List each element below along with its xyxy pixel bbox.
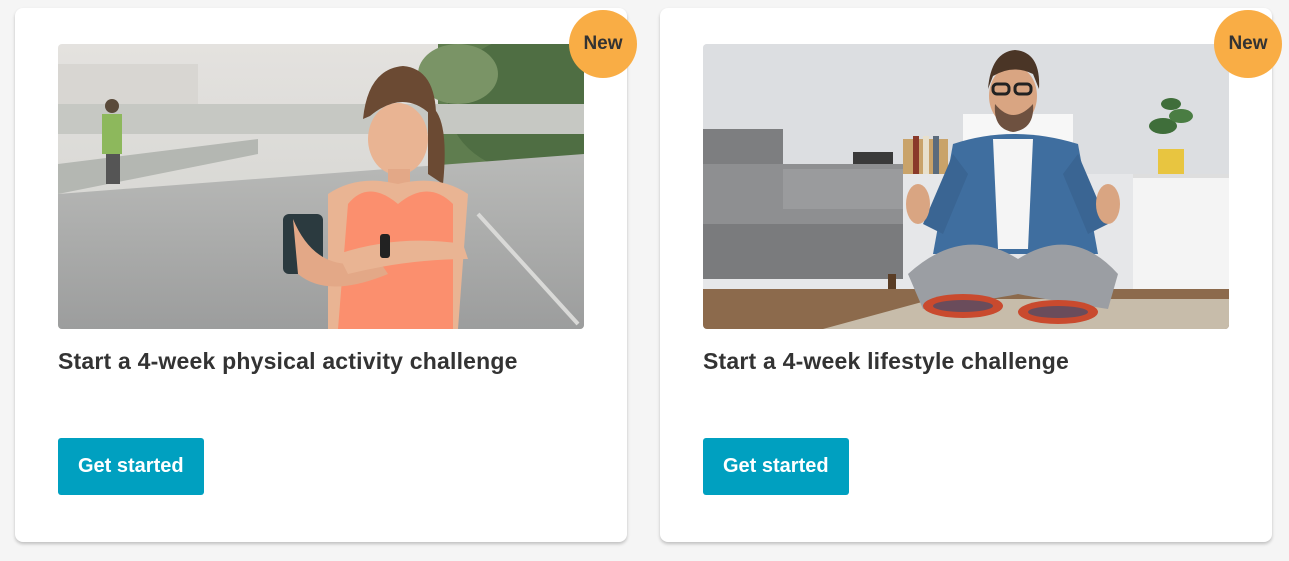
get-started-button[interactable]: Get started: [58, 438, 204, 495]
challenge-cards: New Start a 4-week physical activity cha…: [0, 0, 1289, 561]
runner-photo: [58, 44, 584, 329]
card-title: Start a 4-week lifestyle challenge: [703, 348, 1070, 374]
new-badge: New: [1214, 10, 1282, 78]
get-started-button[interactable]: Get started: [703, 438, 849, 495]
meditation-photo: [703, 44, 1229, 329]
new-badge: New: [569, 10, 637, 78]
challenge-card-physical-activity: New Start a 4-week physical activity cha…: [15, 8, 637, 542]
card-title: Start a 4-week physical activity challen…: [58, 348, 518, 374]
challenge-card-lifestyle: New Start a 4-week lifestyle challenge G…: [660, 8, 1282, 542]
